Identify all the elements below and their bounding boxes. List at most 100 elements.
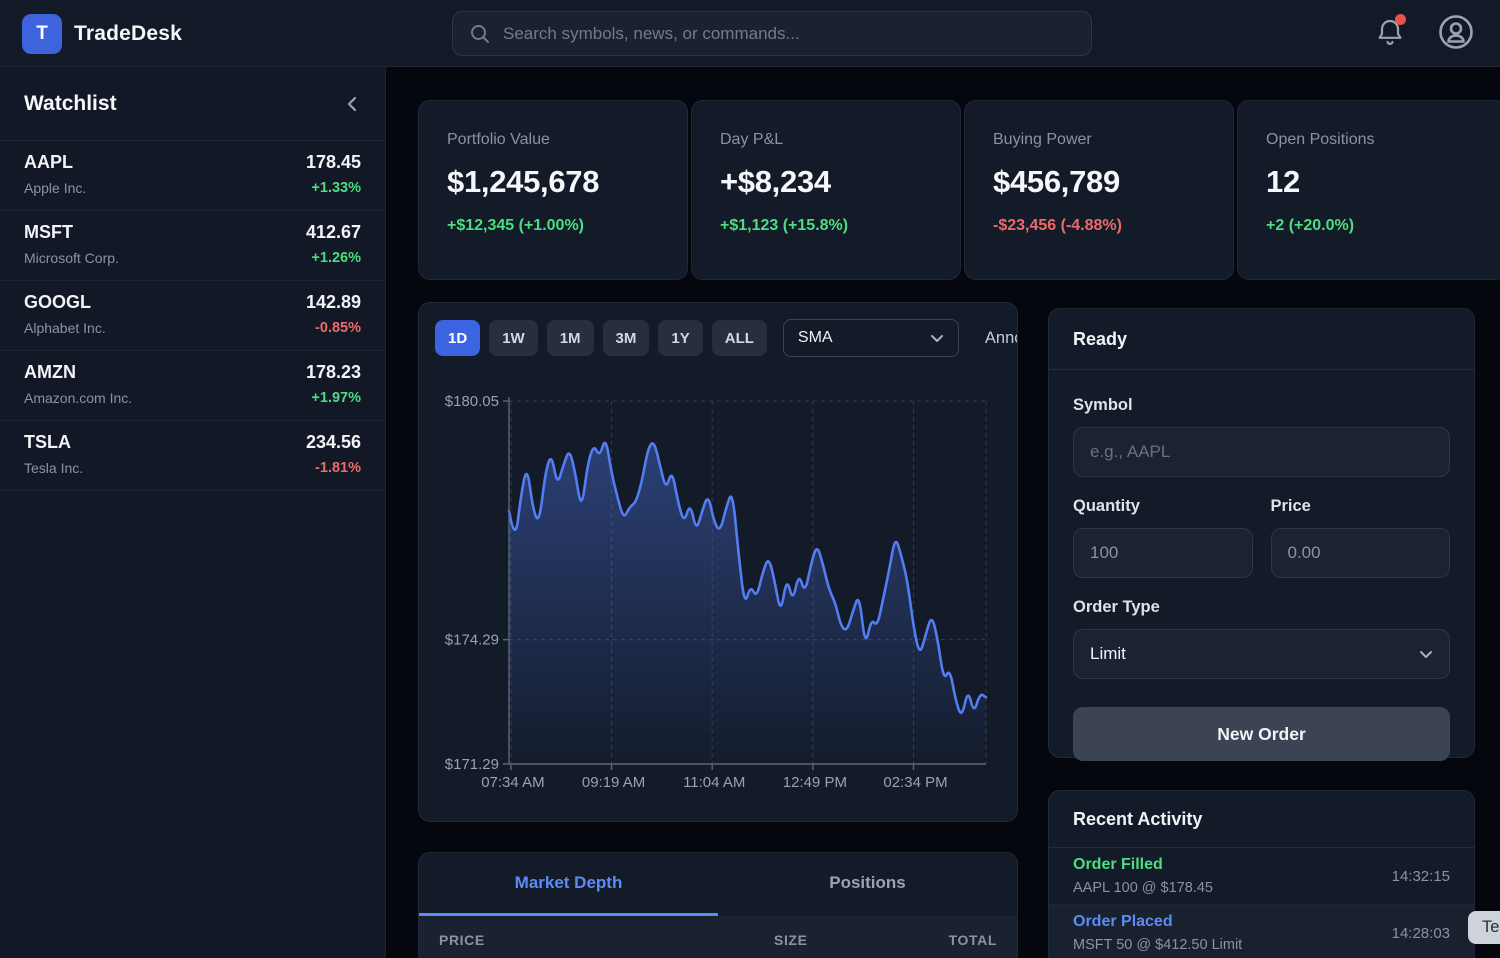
- brand: T TradeDesk: [22, 14, 182, 54]
- stock-info: TSLA Tesla Inc.: [24, 432, 83, 490]
- stock-price: 234.56: [306, 432, 361, 453]
- stat-value: 12: [1266, 164, 1478, 200]
- stat-change: +$12,345 (+1.00%): [447, 217, 659, 235]
- stat-value: $456,789: [993, 164, 1205, 200]
- price-input[interactable]: [1271, 528, 1451, 578]
- collapse-sidebar-button[interactable]: [345, 95, 359, 113]
- stat-change: -$23,456 (-4.88%): [993, 217, 1205, 235]
- activity-row[interactable]: Order Filled AAPL 100 @ $178.45 14:32:15: [1049, 848, 1474, 905]
- activity-time: 14:32:15: [1392, 868, 1450, 885]
- timeframe-button-1m[interactable]: 1M: [547, 320, 594, 356]
- search-input[interactable]: [503, 24, 1075, 44]
- stock-symbol: AAPL: [24, 152, 86, 173]
- main-content: Portfolio Value$1,245,678+$12,345 (+1.00…: [386, 67, 1500, 958]
- stock-name: Microsoft Corp.: [24, 250, 119, 266]
- activity-title: Order Filled: [1073, 856, 1213, 874]
- activity-info: Order Filled AAPL 100 @ $178.45: [1073, 856, 1213, 896]
- stock-name: Alphabet Inc.: [24, 320, 106, 336]
- activity-subtitle: MSFT 50 @ $412.50 Limit: [1073, 937, 1242, 953]
- watchlist-row-amzn[interactable]: AMZNAmazon.com Inc. 178.23+1.97%: [0, 351, 385, 421]
- stock-price: 142.89: [306, 292, 361, 313]
- stock-quote: 178.23+1.97%: [306, 362, 361, 420]
- stat-card-open-positions: Open Positions 12 +2 (+20.0%): [1237, 100, 1500, 280]
- stock-info: AMZNAmazon.com Inc.: [24, 362, 132, 420]
- stock-change: +1.33%: [306, 180, 361, 196]
- quantity-label: Quantity: [1073, 497, 1253, 516]
- price-label: Price: [1271, 497, 1451, 516]
- timeframe-button-3m[interactable]: 3M: [603, 320, 650, 356]
- app-title: TradeDesk: [74, 22, 182, 46]
- chevron-down-icon: [930, 334, 944, 343]
- market-depth-card: Market DepthPositions PRICESIZETOTAL: [418, 852, 1018, 958]
- stat-label: Buying Power: [993, 131, 1205, 149]
- stock-quote: 412.67+1.26%: [306, 222, 361, 280]
- stock-quote: 142.89-0.85%: [306, 292, 361, 350]
- order-status: Ready: [1049, 309, 1474, 370]
- recent-activity-card: Recent Activity Order FilledAAPL 100 @ $…: [1048, 790, 1475, 958]
- stat-value: +$8,234: [720, 164, 932, 200]
- stat-change: +2 (+20.0%): [1266, 217, 1478, 235]
- tab-positions[interactable]: Positions: [718, 853, 1017, 916]
- timeframe-button-all[interactable]: ALL: [712, 320, 767, 356]
- activity-subtitle: AAPL 100 @ $178.45: [1073, 880, 1213, 896]
- watchlist-row-msft[interactable]: MSFT Microsoft Corp. 412.67+1.26%: [0, 211, 385, 281]
- activity-title: Order Placed: [1073, 913, 1242, 931]
- stock-name: Apple Inc.: [24, 180, 86, 196]
- watchlist-row-googl[interactable]: GOOGLAlphabet Inc.142.89-0.85%: [0, 281, 385, 351]
- order-type-label: Order Type: [1073, 598, 1450, 617]
- svg-text:11:04 AM: 11:04 AM: [683, 774, 745, 791]
- watchlist-row-aapl[interactable]: AAPLApple Inc.178.45+1.33%: [0, 141, 385, 211]
- svg-text:07:34 AM: 07:34 AM: [481, 774, 544, 791]
- stock-change: +1.26%: [306, 250, 361, 266]
- new-order-button[interactable]: New Order: [1073, 707, 1450, 761]
- timeframe-button-1y[interactable]: 1Y: [658, 320, 702, 356]
- activity-time: 14:28:03: [1392, 925, 1450, 942]
- timeframe-buttons: 1D1W1M3M1Y ALL: [435, 320, 767, 356]
- watchlist-title: Watchlist: [24, 92, 117, 116]
- stock-symbol: MSFT: [24, 222, 119, 243]
- depth-column-total: TOTAL: [880, 932, 1017, 948]
- stat-label: Day P&L: [720, 131, 932, 149]
- search-icon: [469, 23, 491, 45]
- quantity-input[interactable]: [1073, 528, 1253, 578]
- search-bar[interactable]: [452, 11, 1092, 56]
- activity-list: Order FilledAAPL 100 @ $178.4514:32:15Or…: [1049, 848, 1474, 958]
- indicator-select-value: SMA: [798, 329, 833, 347]
- svg-text:$180.05: $180.05: [445, 393, 499, 410]
- avatar-icon: [1438, 14, 1474, 50]
- tab-market-depth[interactable]: Market Depth: [419, 853, 718, 916]
- stat-label: Open Positions: [1266, 131, 1478, 149]
- indicator-select[interactable]: SMA: [783, 319, 959, 357]
- stock-symbol: AMZN: [24, 362, 132, 383]
- notification-badge: [1395, 14, 1406, 25]
- account-button[interactable]: [1438, 14, 1474, 50]
- stock-quote: 234.56 -1.81%: [306, 432, 361, 490]
- stat-label: Portfolio Value: [447, 131, 659, 149]
- svg-text:12:49 PM: 12:49 PM: [783, 774, 847, 791]
- depth-table-header: PRICESIZETOTAL: [419, 916, 1017, 958]
- stat-card-portfolio-value: Portfolio Value$1,245,678+$12,345 (+1.00…: [418, 100, 688, 280]
- toast-text: Te: [1482, 918, 1499, 937]
- stock-info: MSFT Microsoft Corp.: [24, 222, 119, 280]
- price-chart: $180.05$174.29$171.2907:34 AM09:19 AM11:…: [419, 363, 1018, 822]
- stock-symbol: TSLA: [24, 432, 83, 453]
- watchlist-row-tsla[interactable]: TSLA Tesla Inc. 234.56 -1.81%: [0, 421, 385, 491]
- chart-toolbar: 1D1W1M3M1Y ALL SMA Anno: [419, 303, 1017, 357]
- notifications-button[interactable]: [1376, 17, 1404, 47]
- depth-tabs: Market DepthPositions: [419, 853, 1017, 916]
- order-type-select[interactable]: Limit: [1073, 629, 1450, 679]
- timeframe-button-1w[interactable]: 1W: [489, 320, 538, 356]
- chevron-left-icon: [345, 95, 359, 113]
- activity-row[interactable]: Order Placed MSFT 50 @ $412.50 Limit 14:28…: [1049, 905, 1474, 958]
- annotations-button[interactable]: Anno: [985, 329, 1018, 348]
- symbol-input[interactable]: [1073, 427, 1450, 477]
- stock-change: -1.81%: [306, 460, 361, 476]
- stock-name: Tesla Inc.: [24, 460, 83, 476]
- timeframe-button-1d[interactable]: 1D: [435, 320, 480, 356]
- stock-price: 178.23: [306, 362, 361, 383]
- watchlist-sidebar: Watchlist AAPLApple Inc.178.45+1.33%MSFT…: [0, 67, 386, 958]
- app-logo: T: [22, 14, 62, 54]
- activity-info: Order Placed MSFT 50 @ $412.50 Limit: [1073, 913, 1242, 953]
- stat-card-day-p-l: Day P&L+$8,234+$1,123 (+15.8%): [691, 100, 961, 280]
- stock-info: AAPL Apple Inc.: [24, 152, 86, 210]
